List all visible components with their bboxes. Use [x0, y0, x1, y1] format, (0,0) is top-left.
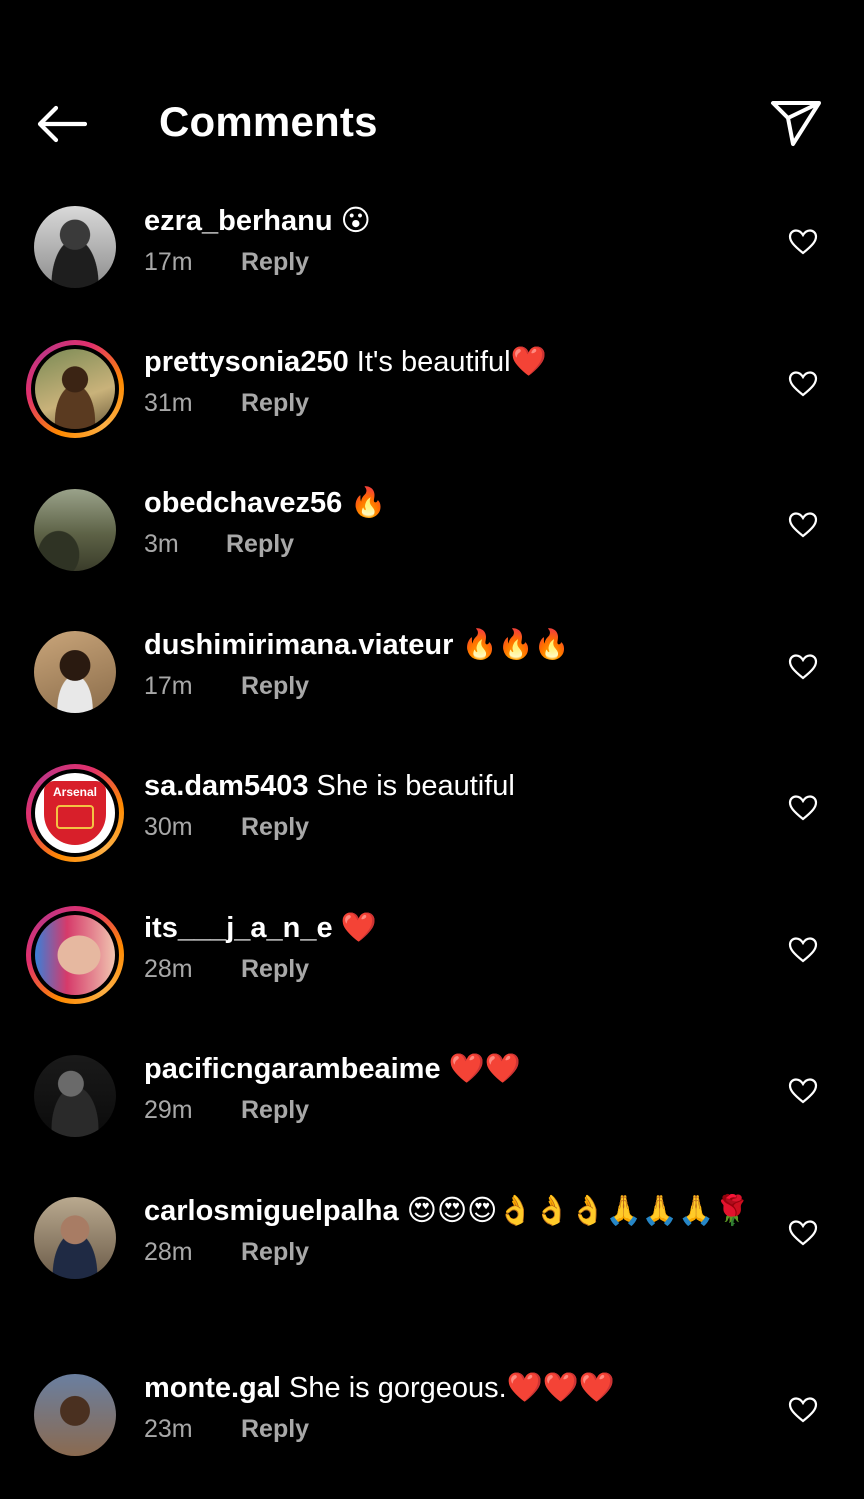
comment-username[interactable]: obedchavez56 — [144, 487, 342, 519]
comment-list: ezra_berhanu 😮 17mReply prettysonia250 I… — [0, 190, 864, 1499]
comment-item: Arsenal sa.dam5403 She is beautiful 30mR… — [0, 756, 864, 898]
comment-item: ezra_berhanu 😮 17mReply — [0, 190, 864, 332]
avatar-crest-text: Arsenal — [53, 785, 97, 799]
page-title: Comments — [159, 98, 378, 146]
comment-text: 🔥🔥🔥 — [462, 629, 570, 661]
comment-item: dushimirimana.viateur 🔥🔥🔥 17mReply — [0, 615, 864, 757]
avatar[interactable]: Arsenal — [26, 764, 124, 862]
comment-text: 🔥 — [350, 487, 386, 519]
avatar[interactable] — [26, 906, 124, 1004]
comment-time: 3m — [144, 530, 226, 559]
comment-text: 😮 — [341, 203, 371, 237]
comment-username[interactable]: carlosmiguelpalha — [144, 1195, 399, 1227]
reply-button[interactable]: Reply — [241, 672, 309, 701]
comment-item: carlosmiguelpalha 😍😍😍👌👌👌🙏🙏🙏🌹 28mReply — [0, 1181, 864, 1358]
reply-button[interactable]: Reply — [241, 813, 309, 842]
comment-time: 29m — [144, 1096, 241, 1125]
arrow-left-icon — [35, 105, 87, 143]
comment-time: 30m — [144, 813, 241, 842]
avatar[interactable] — [34, 631, 116, 713]
comment-text: ❤️❤️ — [449, 1053, 521, 1085]
comment-time: 28m — [144, 1238, 241, 1267]
comment-item: pacificngarambeaime ❤️❤️ 29mReply — [0, 1039, 864, 1181]
heart-icon[interactable] — [788, 653, 818, 681]
reply-button[interactable]: Reply — [241, 1096, 309, 1125]
heart-icon[interactable] — [788, 228, 818, 256]
comment-time: 28m — [144, 955, 241, 984]
comment-item: prettysonia250 It's beautiful❤️ 31mReply — [0, 332, 864, 474]
comment-text: ❤️ — [341, 912, 377, 944]
heart-icon[interactable] — [788, 1077, 818, 1105]
reply-button[interactable]: Reply — [241, 955, 309, 984]
heart-icon[interactable] — [788, 370, 818, 398]
reply-button[interactable]: Reply — [241, 1238, 309, 1267]
comments-header: Comments — [0, 70, 864, 180]
avatar[interactable] — [26, 340, 124, 438]
comment-time: 17m — [144, 248, 241, 277]
comment-username[interactable]: dushimirimana.viateur — [144, 629, 453, 661]
comment-time: 31m — [144, 389, 241, 418]
reply-button[interactable]: Reply — [241, 248, 309, 277]
heart-icon[interactable] — [788, 511, 818, 539]
comment-text: She is gorgeous.❤️❤️❤️ — [289, 1372, 615, 1404]
comment-username[interactable]: monte.gal — [144, 1372, 281, 1404]
comment-username[interactable]: sa.dam5403 — [144, 770, 308, 802]
reply-button[interactable]: Reply — [226, 530, 294, 559]
heart-icon[interactable] — [788, 936, 818, 964]
avatar[interactable] — [34, 489, 116, 571]
heart-icon[interactable] — [788, 1396, 818, 1424]
arsenal-crest-image: Arsenal — [44, 781, 106, 845]
avatar[interactable] — [34, 206, 116, 288]
comment-username[interactable]: ezra_berhanu — [144, 205, 333, 237]
paper-plane-icon — [770, 99, 822, 147]
avatar[interactable] — [34, 1197, 116, 1279]
avatar[interactable] — [34, 1055, 116, 1137]
avatar[interactable] — [34, 1374, 116, 1456]
heart-icon[interactable] — [788, 794, 818, 822]
share-button[interactable] — [768, 96, 824, 150]
back-button[interactable] — [30, 100, 92, 148]
comment-text: 😍😍😍👌👌👌🙏🙏🙏🌹 — [407, 1195, 750, 1227]
comment-item: monte.gal She is gorgeous.❤️❤️❤️ 23mRepl… — [0, 1358, 864, 1499]
comment-username[interactable]: pacificngarambeaime — [144, 1053, 441, 1085]
heart-icon[interactable] — [788, 1219, 818, 1247]
comment-time: 23m — [144, 1415, 241, 1444]
reply-button[interactable]: Reply — [241, 389, 309, 418]
comment-text: It's beautiful❤️ — [357, 346, 547, 378]
comment-time: 17m — [144, 672, 241, 701]
comment-username[interactable]: its___j_a_n_e — [144, 912, 333, 944]
comment-text: She is beautiful — [317, 770, 515, 802]
reply-button[interactable]: Reply — [241, 1415, 309, 1444]
comment-item: its___j_a_n_e ❤️ 28mReply — [0, 898, 864, 1040]
comment-item: obedchavez56 🔥 3mReply — [0, 473, 864, 615]
comment-username[interactable]: prettysonia250 — [144, 346, 349, 378]
